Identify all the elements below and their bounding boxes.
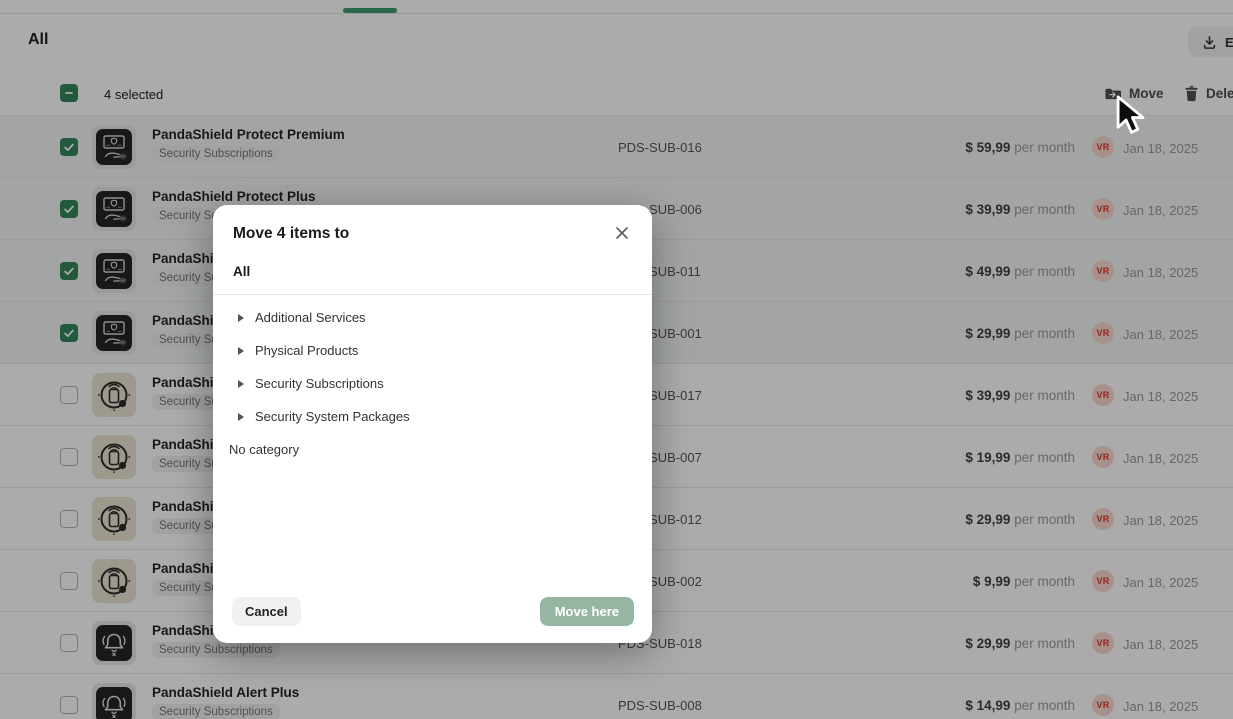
category-label: Physical Products	[255, 343, 358, 358]
chevron-right-icon	[238, 347, 244, 355]
modal-title: Move 4 items to	[233, 225, 349, 243]
category-tree-item[interactable]: Physical Products	[213, 334, 652, 367]
category-tree-item[interactable]: Security System Packages	[213, 400, 652, 433]
category-tree: Additional Services Physical Products Se…	[213, 301, 652, 466]
category-label: Security Subscriptions	[255, 376, 384, 391]
chevron-right-icon	[238, 314, 244, 322]
category-tree-item[interactable]: Security Subscriptions	[213, 367, 652, 400]
no-category-item[interactable]: No category	[213, 433, 652, 466]
page: All Export 4 selected Move Delete 24/7 P…	[0, 0, 1233, 719]
move-here-button[interactable]: Move here	[540, 597, 634, 626]
move-items-modal: Move 4 items to All Additional Services …	[213, 205, 652, 643]
category-tree-item[interactable]: Additional Services	[213, 301, 652, 334]
category-label: Additional Services	[255, 310, 366, 325]
chevron-right-icon	[238, 413, 244, 421]
cancel-button[interactable]: Cancel	[232, 597, 301, 626]
close-button[interactable]	[610, 221, 634, 245]
category-root-item[interactable]: All	[233, 264, 250, 279]
category-label: Security System Packages	[255, 409, 410, 424]
modal-divider	[213, 294, 652, 295]
close-icon	[615, 226, 629, 240]
chevron-right-icon	[238, 380, 244, 388]
